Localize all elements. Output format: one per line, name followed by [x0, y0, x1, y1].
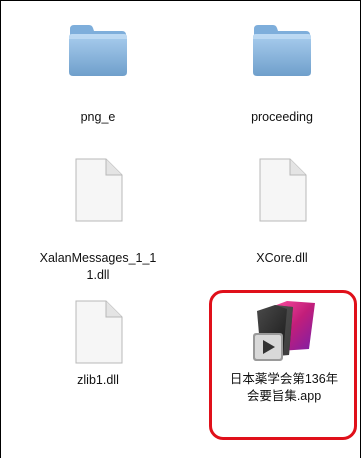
file-label: proceeding: [251, 110, 313, 124]
highlight-annotation: [209, 290, 357, 440]
file-item-xcore[interactable]: XCore.dll: [217, 157, 347, 297]
document-icon: [75, 300, 123, 364]
file-label: XalanMessages_1_1 1.dll: [39, 251, 157, 282]
file-label: XCore.dll: [256, 251, 308, 265]
folder-icon: [69, 25, 127, 76]
file-label: zlib1.dll: [77, 373, 119, 387]
document-icon: [259, 158, 307, 222]
file-label: png_e: [80, 110, 116, 124]
file-item-zlib1[interactable]: zlib1.dll: [33, 299, 163, 439]
file-item-proceeding[interactable]: proceeding: [217, 21, 347, 131]
finder-icon-view: png_e proceeding XalanMessages_1_1 1.dll: [0, 0, 361, 458]
file-item-xalanmessages[interactable]: XalanMessages_1_1 1.dll: [33, 157, 163, 297]
file-item-png-e[interactable]: png_e: [33, 21, 163, 131]
folder-icon: [253, 25, 311, 76]
document-icon: [75, 158, 123, 222]
